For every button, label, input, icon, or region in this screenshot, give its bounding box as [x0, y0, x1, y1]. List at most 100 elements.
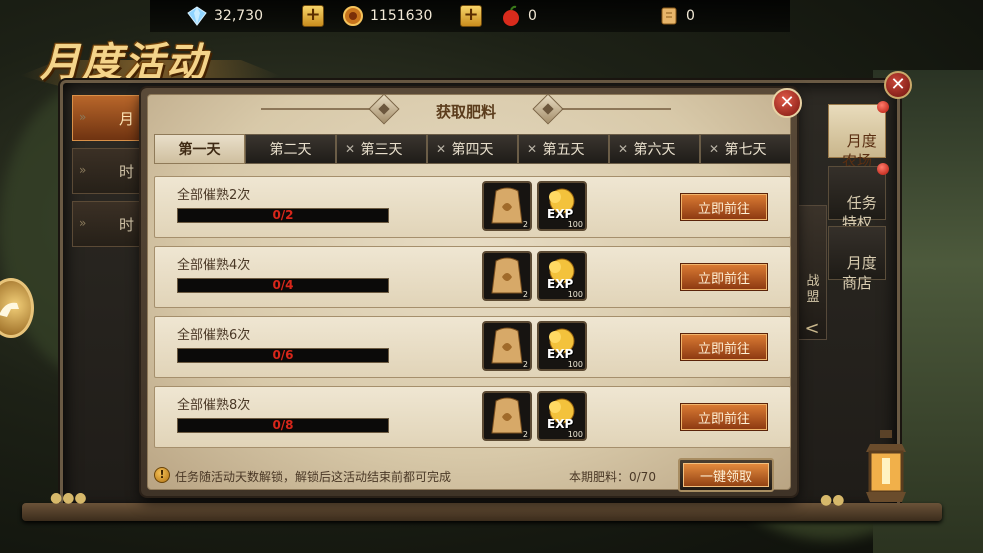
go-now-button[interactable]: 立即前往 — [681, 334, 767, 360]
lock-icon: ✕ — [345, 142, 356, 156]
outer-window-base — [22, 503, 942, 521]
go-now-button[interactable]: 立即前往 — [681, 404, 767, 430]
reward-quantity: 100 — [567, 430, 583, 439]
reward-quantity: 2 — [522, 290, 528, 299]
lock-icon: ✕ — [527, 142, 538, 156]
reward-exp[interactable]: EXP 100 — [537, 181, 587, 231]
lock-icon: ✕ — [709, 142, 720, 156]
warning-icon: ! — [154, 467, 170, 483]
go-now-button[interactable]: 立即前往 — [681, 264, 767, 290]
task-progress-text: 0/2 — [272, 208, 294, 222]
add-gold-button[interactable]: + — [460, 5, 482, 27]
scroll-amount: 0 — [686, 8, 695, 24]
reward-quantity: 100 — [567, 360, 583, 369]
reward-exp[interactable]: EXP 100 — [537, 251, 587, 301]
tab-label: 第一天 — [178, 142, 221, 158]
tab-label: 第四天 — [451, 142, 494, 158]
go-now-button[interactable]: 立即前往 — [681, 194, 767, 220]
diamond-amount: 32,730 — [214, 8, 263, 24]
exp-label: EXP — [547, 417, 574, 431]
tab-arrow-icon: » — [79, 110, 87, 124]
reward-quantity: 100 — [567, 290, 583, 299]
unlock-notice: 任务随活动天数解锁，解锁后这活动结束前都可完成 — [175, 470, 452, 484]
horse-icon — [0, 302, 19, 317]
panel-close-button[interactable]: ✕ — [772, 88, 802, 118]
gold-counter: 1151630 — [342, 4, 432, 28]
diamond-counter: 32,730 — [186, 4, 263, 28]
gold-amount: 1151630 — [370, 8, 433, 24]
tab-label: 第五天 — [542, 142, 585, 158]
task-label: 全部催熟6次 — [177, 328, 251, 343]
day-tabs: 第一天 第二天 ✕ 第三天 ✕ 第四天 ✕ 第五天 ✕ 第六天 ✕ 第七天 — [154, 134, 794, 164]
tab-label: 第六天 — [633, 142, 676, 158]
tab-label: 第二天 — [269, 142, 312, 158]
tab-day-2[interactable]: 第二天 — [245, 134, 336, 164]
tab-day-4[interactable]: ✕ 第四天 — [427, 134, 518, 164]
task-progress-bar: 0/2 — [177, 208, 389, 223]
guild-side-tab[interactable]: 战盟 < — [797, 205, 827, 340]
tab-day-7[interactable]: ✕ 第七天 — [700, 134, 791, 164]
claim-all-button[interactable]: 一键领取 — [678, 458, 774, 492]
right-tab-monthly-shop[interactable]: 月度 商店 — [828, 226, 886, 292]
collapse-arrow-icon[interactable]: < — [798, 318, 826, 339]
reward-quantity: 2 — [522, 430, 528, 439]
reward-exp[interactable]: EXP 100 — [537, 391, 587, 441]
reward-exp[interactable]: EXP 100 — [537, 321, 587, 371]
reward-fertilizer[interactable]: 2 — [482, 181, 532, 231]
tab-day-1[interactable]: 第一天 — [154, 134, 245, 164]
panel-title: 获取肥料 — [435, 102, 496, 121]
task-row: 全部催熟6次 0/6 2 EXP 100 立即前往 — [154, 316, 791, 378]
right-tab-task-privilege[interactable]: 任务 特权 — [828, 163, 889, 232]
add-diamonds-button[interactable]: + — [302, 5, 324, 27]
right-tab-label: 月度 农场 — [841, 132, 877, 170]
exp-label: EXP — [547, 207, 574, 221]
lock-icon: ✕ — [618, 142, 629, 156]
task-row: 全部催熟2次 0/2 2 EXP 100 立即前往 — [154, 176, 791, 238]
reward-fertilizer[interactable]: 2 — [482, 321, 532, 371]
task-label: 全部催熟8次 — [177, 398, 251, 413]
claim-all-label: 一键领取 — [683, 463, 769, 487]
task-progress-bar: 0/8 — [177, 418, 389, 433]
lantern-icon — [866, 430, 906, 502]
title-divider-right — [561, 108, 671, 110]
task-progress-bar: 0/6 — [177, 348, 389, 363]
task-label: 全部催熟2次 — [177, 188, 251, 203]
task-row: 全部催熟8次 0/8 2 EXP 100 立即前往 — [154, 386, 791, 448]
gold-coin-icon — [343, 6, 363, 26]
reward-fertilizer[interactable]: 2 — [482, 251, 532, 301]
task-progress-text: 0/6 — [272, 348, 294, 362]
reward-fertilizer[interactable]: 2 — [482, 391, 532, 441]
left-tab-label: 月 — [119, 110, 135, 128]
task-progress-bar: 0/4 — [177, 278, 389, 293]
task-progress-text: 0/4 — [272, 278, 294, 292]
fertilizer-total: 本期肥料：0/70 — [569, 470, 656, 484]
reward-quantity: 2 — [522, 360, 528, 369]
reward-quantity: 100 — [567, 220, 583, 229]
notification-dot — [877, 163, 889, 175]
task-row: 全部催熟4次 0/4 2 EXP 100 立即前往 — [154, 246, 791, 308]
outer-close-button[interactable]: ✕ — [884, 71, 912, 99]
apple-icon — [503, 5, 519, 26]
lock-icon: ✕ — [436, 142, 447, 156]
exp-label: EXP — [547, 277, 574, 291]
task-label: 全部催熟4次 — [177, 258, 251, 273]
left-tab-label: 时 — [119, 163, 135, 181]
tab-day-6[interactable]: ✕ 第六天 — [609, 134, 700, 164]
apple-counter: 0 — [500, 4, 537, 28]
tab-day-5[interactable]: ✕ 第五天 — [518, 134, 609, 164]
scroll-icon — [661, 7, 677, 25]
scroll-counter: 0 — [658, 4, 695, 28]
left-tab-label: 时 — [119, 216, 135, 234]
tab-day-3[interactable]: ✕ 第三天 — [336, 134, 427, 164]
tab-arrow-icon: » — [79, 216, 87, 230]
guild-label: 战盟 — [806, 274, 820, 305]
notification-dot — [877, 101, 889, 113]
right-tab-monthly-farm[interactable]: 月度 农场 — [828, 101, 889, 170]
coins-decoration-left: ●●● — [50, 490, 87, 506]
exp-label: EXP — [547, 347, 574, 361]
title-divider-left — [261, 108, 371, 110]
coins-decoration-right: ●● — [820, 492, 845, 508]
fertilizer-panel: 获取肥料 ✕ 第一天 第二天 ✕ 第三天 ✕ 第四天 ✕ 第五天 ✕ 第六天 ✕ 第七天 … — [141, 88, 802, 496]
tab-arrow-icon: » — [79, 163, 87, 177]
apple-amount: 0 — [528, 8, 537, 24]
